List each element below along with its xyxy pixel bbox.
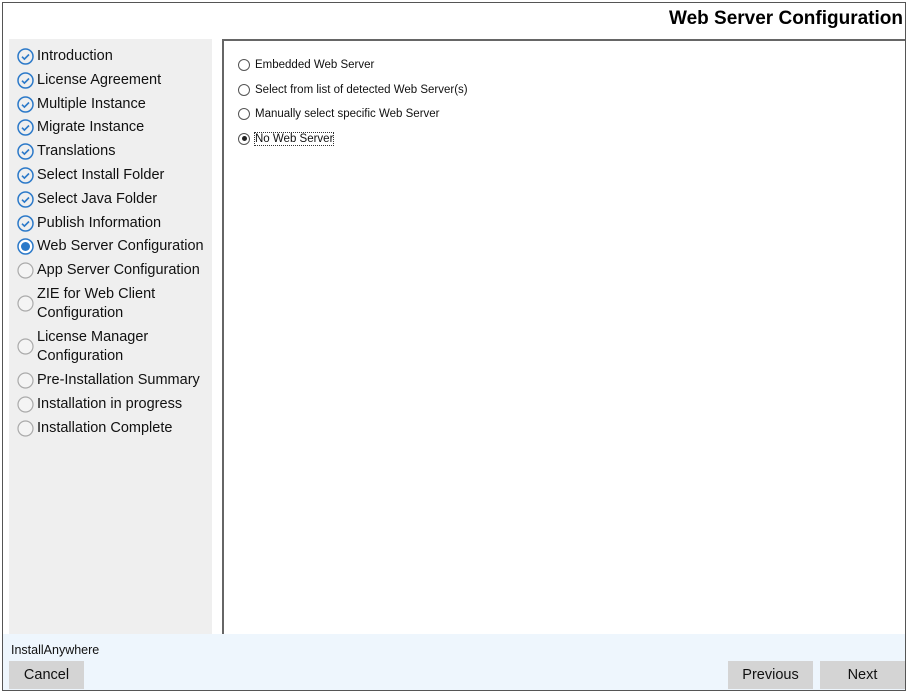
empty-circle-icon: [17, 262, 34, 279]
step-done: Introduction: [17, 47, 113, 66]
step-label: License Agreement: [37, 71, 162, 88]
radio-icon[interactable]: [238, 132, 250, 145]
step-done: Publish Information: [17, 214, 161, 233]
step-pending: Pre-Installation Summary: [17, 371, 200, 390]
cancel-button[interactable]: Cancel: [9, 661, 84, 689]
step-label: Publish Information: [37, 214, 162, 231]
check-circle-icon: [17, 119, 34, 137]
check-circle-icon: [17, 48, 34, 65]
step-done: Migrate Instance: [17, 118, 144, 137]
step-pending: Installation in progress: [17, 395, 182, 414]
option-label[interactable]: Manually select specific Web Server: [255, 108, 440, 120]
radio-icon[interactable]: [238, 59, 250, 71]
step-label: Select Java Folder: [37, 190, 158, 207]
step-label: ZIE for Web Client Configuration: [37, 286, 156, 321]
step-label: Introduction: [37, 48, 113, 64]
step-done: Select Java Folder: [17, 190, 157, 209]
check-circle-icon: [17, 95, 34, 113]
web-server-option-radio[interactable]: Embedded Web Server: [238, 59, 374, 71]
option-label[interactable]: Embedded Web Server: [255, 59, 374, 71]
step-pending: ZIE for Web Client Configuration: [17, 285, 155, 323]
step-label: Select Install Folder: [37, 167, 165, 183]
previous-button[interactable]: Previous: [728, 661, 813, 689]
steps-sidebar: Introduction License Agreement Multiple In…: [9, 39, 212, 634]
next-button[interactable]: Next: [820, 661, 905, 689]
footer: InstallAnywhere Cancel Previous Next: [3, 634, 905, 690]
step-pending: Installation Complete: [17, 419, 172, 438]
step-done: Select Install Folder: [17, 166, 164, 185]
empty-circle-icon: [17, 372, 34, 389]
option-label[interactable]: Select from list of detected Web Server(…: [255, 84, 468, 96]
step-current: Web Server Configuration: [17, 237, 204, 256]
step-pending: App Server Configuration: [17, 261, 200, 280]
option-label[interactable]: No Web Server: [253, 131, 335, 146]
check-circle-icon: [17, 191, 34, 208]
radio-icon[interactable]: [238, 108, 250, 120]
current-step-icon: [17, 238, 34, 256]
check-circle-icon: [17, 72, 34, 89]
web-server-option-radio[interactable]: No Web Server: [238, 131, 335, 146]
brand-label: InstallAnywhere: [11, 643, 100, 657]
step-done: Multiple Instance: [17, 95, 146, 114]
page-title: Web Server Configuration: [668, 8, 903, 29]
step-label: Translations: [37, 143, 116, 160]
step-label: Migrate Instance: [37, 119, 145, 136]
check-circle-icon: [17, 167, 34, 184]
step-label: License Manager Configuration: [37, 329, 149, 364]
check-circle-icon: [17, 214, 34, 232]
empty-circle-icon: [17, 419, 34, 437]
step-label: Web Server Configuration: [37, 238, 204, 255]
web-server-option-radio[interactable]: Select from list of detected Web Server(…: [238, 83, 468, 96]
step-label: Installation in progress: [37, 395, 183, 412]
step-done: License Agreement: [17, 71, 161, 90]
step-pending: License Manager Configuration: [17, 328, 148, 366]
step-label: Pre-Installation Summary: [37, 372, 200, 388]
step-done: Translations: [17, 142, 115, 161]
installer-window: Web Server Configuration Introduction Lic…: [2, 2, 906, 691]
web-server-option-radio[interactable]: Manually select specific Web Server: [238, 108, 440, 120]
check-circle-icon: [17, 143, 34, 160]
empty-circle-icon: [17, 295, 34, 312]
step-label: App Server Configuration: [37, 262, 200, 279]
empty-circle-icon: [17, 338, 34, 355]
radio-icon[interactable]: [238, 83, 250, 96]
step-label: Installation Complete: [37, 419, 173, 436]
empty-circle-icon: [17, 396, 34, 413]
content-panel: Embedded Web Server Select from list of d…: [222, 39, 905, 634]
step-label: Multiple Instance: [37, 95, 146, 112]
